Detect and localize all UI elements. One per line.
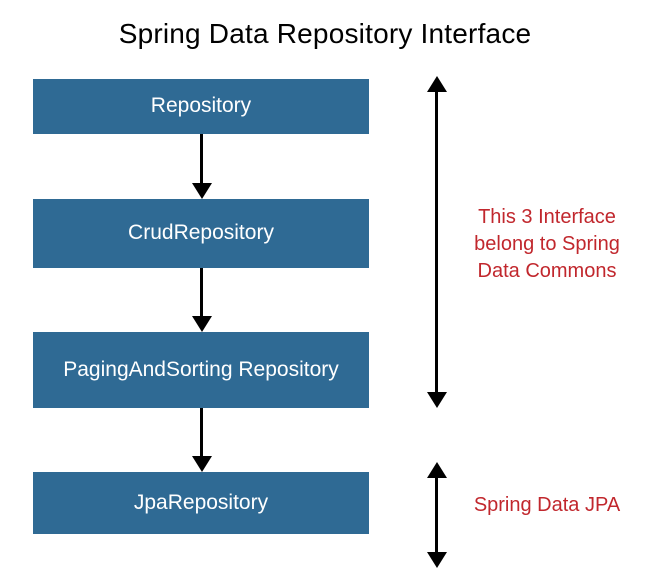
- annotation-spring-data-jpa: Spring Data JPA: [462, 492, 632, 519]
- annotation-spring-data-commons: This 3 Interface belong to Spring Data C…: [462, 204, 632, 285]
- box-crud-repository: CrudRepository: [33, 199, 369, 268]
- box-repository: Repository: [33, 79, 369, 134]
- box-paging-and-sorting-repository: PagingAndSorting Repository: [33, 332, 369, 408]
- diagram-canvas: Spring Data Repository Interface Reposit…: [0, 0, 650, 576]
- diagram-title: Spring Data Repository Interface: [0, 18, 650, 50]
- box-jpa-repository: JpaRepository: [33, 472, 369, 534]
